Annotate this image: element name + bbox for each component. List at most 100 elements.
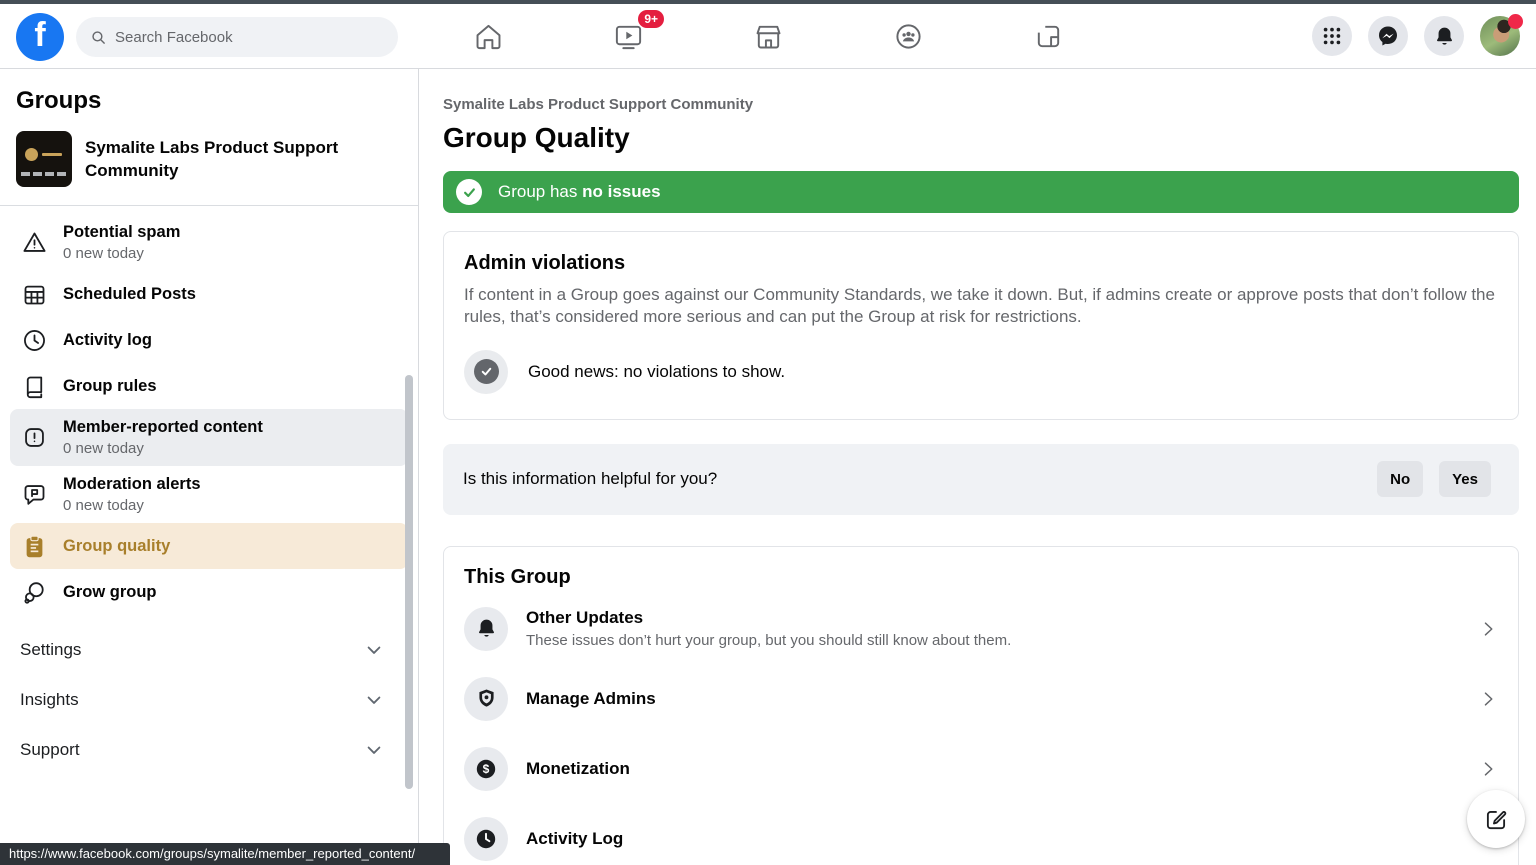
sidebar-item-activity-log[interactable]: Activity log <box>10 317 408 363</box>
clock-icon <box>20 326 48 354</box>
svg-text:$: $ <box>483 762 490 776</box>
section-label: Insights <box>20 690 79 710</box>
gaming-tab[interactable] <box>1030 18 1066 54</box>
messenger-icon <box>1376 24 1400 48</box>
sidebar-item-member-reported-content[interactable]: Member-reported content 0 new today <box>10 409 408 466</box>
browser-status-url: https://www.facebook.com/groups/symalite… <box>0 843 450 865</box>
sidebar-item-sub: 0 new today <box>63 497 201 514</box>
clipboard-icon <box>20 532 48 560</box>
row-monetization[interactable]: $ Monetization <box>464 734 1498 804</box>
chevron-down-icon <box>364 640 384 660</box>
row-label: Monetization <box>526 759 630 779</box>
chevron-down-icon <box>364 740 384 760</box>
bell-filled-icon <box>464 607 508 651</box>
watch-tab[interactable]: 9+ <box>610 18 646 54</box>
sidebar-item-scheduled-posts[interactable]: Scheduled Posts <box>10 271 408 317</box>
no-issues-banner: Group has no issues <box>443 171 1519 213</box>
violations-status: Good news: no violations to show. <box>464 350 1498 394</box>
sidebar-item-sub: 0 new today <box>63 245 180 262</box>
sidebar-item-label: Member-reported content <box>63 418 263 437</box>
shield-icon <box>464 677 508 721</box>
gaming-icon <box>1033 21 1064 52</box>
dollar-circle-icon: $ <box>464 747 508 791</box>
compose-icon <box>1483 806 1509 832</box>
this-group-title: This Group <box>464 566 1498 589</box>
chevron-right-icon <box>1478 759 1498 779</box>
browser-window-edge <box>0 0 1536 4</box>
sidebar-section-support[interactable]: Support <box>16 725 402 775</box>
notifications-button[interactable] <box>1424 16 1464 56</box>
sidebar-item-label: Scheduled Posts <box>63 285 196 304</box>
report-exclamation-icon <box>20 424 48 452</box>
sidebar-item-label: Group rules <box>63 377 157 396</box>
sidebar-section-insights[interactable]: Insights <box>16 675 402 725</box>
row-activity-log[interactable]: Activity Log <box>464 804 1498 865</box>
marketplace-tab[interactable] <box>750 18 786 54</box>
avatar-status-dot <box>1508 14 1523 29</box>
group-header[interactable]: Symalite Labs Product Support Community <box>16 131 402 187</box>
sidebar-item-label: Group quality <box>63 537 170 556</box>
row-sub: These issues don’t hurt your group, but … <box>526 632 1011 649</box>
sidebar-item-label: Potential spam <box>63 223 180 242</box>
sidebar-item-group-rules[interactable]: Group rules <box>10 363 408 409</box>
sidebar-item-group-quality[interactable]: Group quality <box>10 523 408 569</box>
sidebar-menu: Potential spam 0 new today Scheduled Post… <box>10 214 408 615</box>
section-label: Settings <box>20 640 81 660</box>
sidebar-item-grow-group[interactable]: Grow group <box>10 569 408 615</box>
banner-text: Group has no issues <box>498 182 661 202</box>
menu-button[interactable] <box>1312 16 1352 56</box>
primary-nav: 9+ <box>0 4 1536 68</box>
sidebar-item-label: Grow group <box>63 583 157 602</box>
feedback-no-button[interactable]: No <box>1377 461 1423 497</box>
this-group-list: Other Updates These issues don’t hurt you… <box>464 594 1498 865</box>
group-avatar-detail <box>21 172 67 176</box>
breadcrumb[interactable]: Symalite Labs Product Support Community <box>443 96 1519 113</box>
divider <box>0 205 418 206</box>
admin-violations-description: If content in a Group goes against our C… <box>464 284 1498 329</box>
book-icon <box>20 372 48 400</box>
sidebar-scrollbar[interactable] <box>405 375 413 789</box>
admin-violations-title: Admin violations <box>464 252 1498 275</box>
gray-check-badge-icon <box>464 350 508 394</box>
groups-tab[interactable] <box>890 18 926 54</box>
watch-icon <box>613 21 644 52</box>
warning-triangle-icon <box>20 229 48 257</box>
top-nav-bar: f 9+ <box>0 4 1536 69</box>
row-label: Activity Log <box>526 829 623 849</box>
violations-status-text: Good news: no violations to show. <box>528 362 785 382</box>
group-avatar <box>16 131 72 187</box>
account-controls <box>1312 16 1520 56</box>
feedback-question: Is this information helpful for you? <box>463 469 1377 489</box>
profile-avatar[interactable] <box>1480 16 1520 56</box>
flag-bubble-icon <box>20 481 48 509</box>
group-avatar-text <box>42 153 62 156</box>
grow-circles-icon <box>20 578 48 606</box>
chevron-down-icon <box>364 690 384 710</box>
home-tab[interactable] <box>470 18 506 54</box>
sidebar-item-sub: 0 new today <box>63 440 263 457</box>
messenger-button[interactable] <box>1368 16 1408 56</box>
row-label: Manage Admins <box>526 689 656 709</box>
watch-notification-badge: 9+ <box>638 10 664 28</box>
group-avatar-logo <box>25 148 38 161</box>
this-group-card: This Group Other Updates These issues don… <box>443 546 1519 865</box>
sidebar-sections: Settings Insights Support <box>16 625 402 775</box>
feedback-yes-button[interactable]: Yes <box>1439 461 1491 497</box>
row-label: Other Updates <box>526 608 1011 628</box>
sidebar-item-label: Moderation alerts <box>63 475 201 494</box>
sidebar-section-settings[interactable]: Settings <box>16 625 402 675</box>
section-label: Support <box>20 740 80 760</box>
row-manage-admins[interactable]: Manage Admins <box>464 664 1498 734</box>
calendar-grid-icon <box>20 280 48 308</box>
feedback-bar: Is this information helpful for you? No … <box>443 444 1519 515</box>
sidebar-item-potential-spam[interactable]: Potential spam 0 new today <box>10 214 408 271</box>
chevron-right-icon <box>1478 619 1498 639</box>
sidebar-item-moderation-alerts[interactable]: Moderation alerts 0 new today <box>10 466 408 523</box>
home-icon <box>473 21 504 52</box>
sidebar-title: Groups <box>16 87 402 115</box>
clock-filled-icon <box>464 817 508 861</box>
grid-menu-icon <box>1321 25 1343 47</box>
admin-violations-card: Admin violations If content in a Group g… <box>443 231 1519 420</box>
row-other-updates[interactable]: Other Updates These issues don’t hurt you… <box>464 594 1498 664</box>
compose-button[interactable] <box>1467 790 1525 848</box>
